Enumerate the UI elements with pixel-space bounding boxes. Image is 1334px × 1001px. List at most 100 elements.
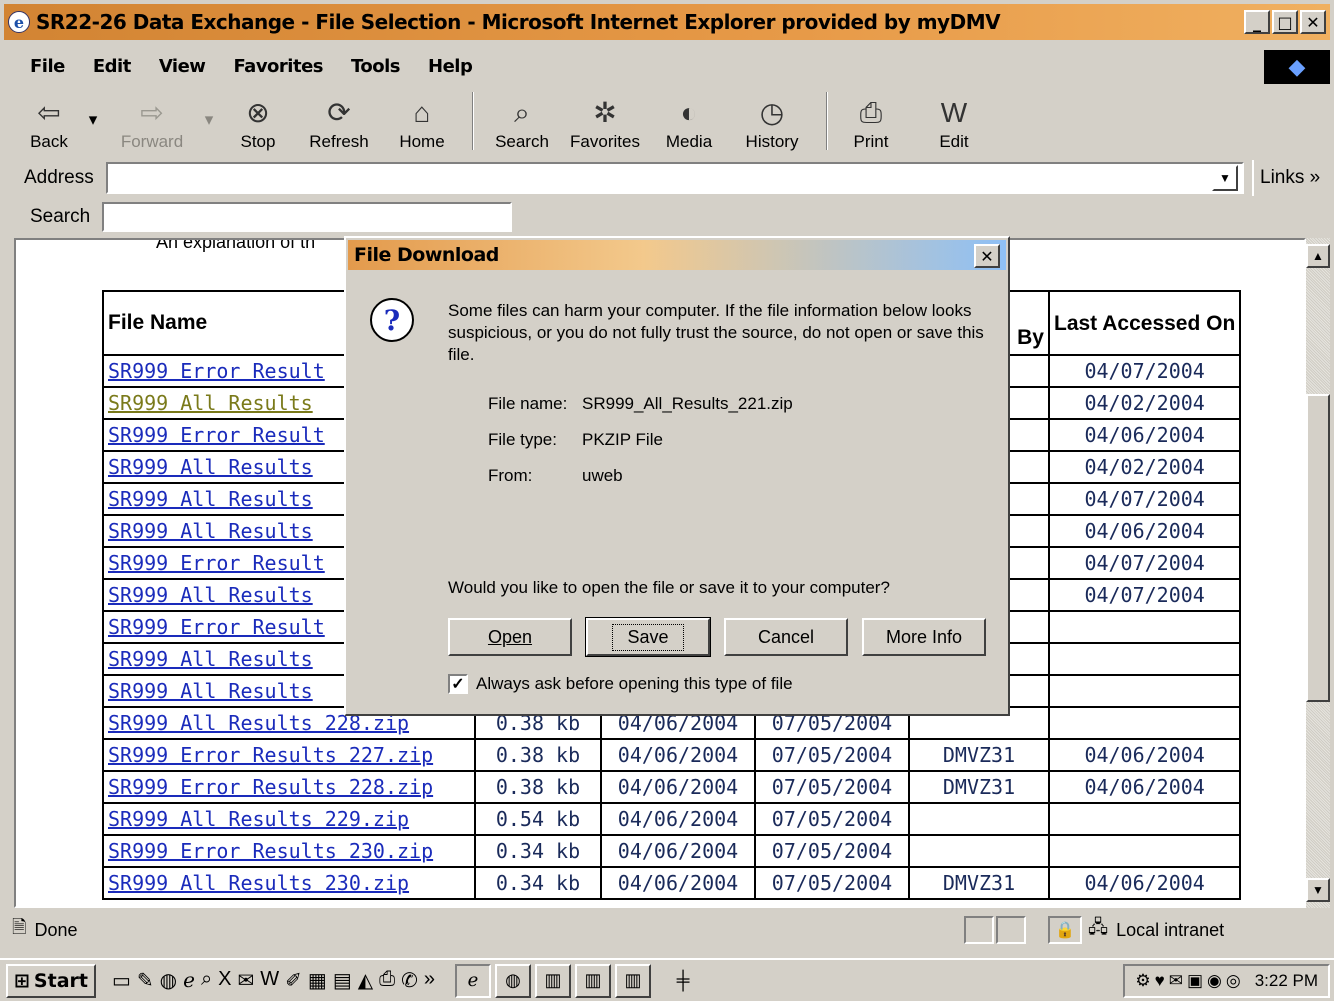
save-button[interactable]: Save [585,617,711,657]
address-input[interactable] [106,162,1244,194]
scroll-up-button[interactable]: ▲ [1306,244,1330,268]
stop-button[interactable]: ⊗ Stop [220,88,296,156]
always-ask-checkbox[interactable]: ✓ Always ask before opening this type of… [448,674,793,694]
outlook-icon[interactable]: ✉ [237,968,254,993]
file-link[interactable]: SR999 All Results [108,519,313,543]
scrollbar-thumb[interactable] [1306,394,1330,702]
dialog-title-bar[interactable]: File Download ✕ [348,240,1006,270]
task-buttons: ℯ ◍ ▥ ▥ ▥ ╪ [455,963,701,998]
search-button[interactable]: ⌕ Search [484,88,560,156]
file-link[interactable]: SR999 All Results 229.zip [108,807,409,831]
mail-icon[interactable]: ✆ [401,968,418,993]
history-button[interactable]: ◷ History [728,88,816,156]
desktop-icon[interactable]: ▭ [112,968,131,993]
vertical-scrollbar[interactable]: ▲ ▼ [1306,238,1330,908]
links-button[interactable]: Links » [1252,160,1320,196]
file-link[interactable]: SR999 All Results [108,647,313,671]
task-network-button[interactable]: ◍ [495,963,531,998]
start-button[interactable]: ⊞ Start [6,963,96,998]
forward-dropdown[interactable]: ▾ [198,88,220,156]
task-ie-button[interactable]: ℯ [455,963,491,998]
menu-favorites[interactable]: Favorites [219,56,337,77]
menu-help[interactable]: Help [414,56,486,77]
accessed-by-cell [908,834,1050,868]
size-cell: 0.38 kb [474,738,602,772]
lock-icon: 🔒 [1048,916,1082,944]
security-zone: 🖧 Local intranet [1088,916,1224,944]
last-accessed-cell: 04/02/2004 [1047,386,1242,420]
file-link[interactable]: SR999 All Results 230.zip [108,871,409,895]
task-window-button[interactable]: ▥ [575,963,611,998]
dialog-close-button[interactable]: ✕ [974,244,1000,268]
task-window-button[interactable]: ▥ [535,963,571,998]
last-accessed-cell: 04/06/2004 [1047,514,1242,548]
last-accessed-cell [1047,834,1242,868]
address-dropdown-button[interactable]: ▼ [1212,165,1238,191]
from-row: From: uweb [488,466,623,485]
file-link[interactable]: SR999 All Results [108,487,313,511]
chevron-right-icon[interactable]: » [424,968,435,993]
open-button[interactable]: Open [448,618,572,656]
task-window-button[interactable]: ▥ [615,963,651,998]
acrobat-icon[interactable]: ◭ [358,968,373,993]
more-info-button[interactable]: More Info [862,618,986,656]
task-window-button[interactable]: ╪ [665,964,701,998]
word-icon: W [940,97,968,128]
file-link[interactable]: SR999 Error Results 227.zip [108,743,433,767]
edit-button[interactable]: W Edit [904,88,1004,156]
quick-launch: ▭ ✎ ◍ ℯ ⌕ X ✉ W ✐ ▦ ▤ ◭ ⎙ ✆ » [112,968,435,993]
file-link[interactable]: SR999 Error Results 228.zip [108,775,433,799]
minimize-button[interactable]: _ [1244,10,1270,34]
printer-icon[interactable]: ⎙ [379,968,395,993]
calc-icon[interactable]: ▦ [308,968,327,993]
file-link[interactable]: SR999 Error Results 230.zip [108,839,433,863]
standard-toolbar: ⇦ Back ▾ ⇨ Forward ▾ ⊗ Stop ⟳ Refresh ⌂ Home … [4,88,1330,158]
file-link[interactable]: SR999 All Results [108,679,313,703]
menu-file[interactable]: File [4,56,79,77]
file-link[interactable]: SR999 All Results [108,583,313,607]
file-link[interactable]: SR999 Error Result [108,359,325,383]
media-button[interactable]: ◐ Media [650,88,728,156]
dialog-warning-text: Some files can harm your computer. If th… [448,301,984,364]
home-icon: ⌂ [413,97,431,128]
file-name-cell: SR999 Error Results 227.zip [102,738,476,772]
paint-icon[interactable]: ✐ [285,968,302,993]
notepad-icon[interactable]: ✎ [137,968,154,993]
excel-icon[interactable]: X [218,968,231,993]
network-icon[interactable]: ◍ [160,968,177,993]
favorites-button[interactable]: ✲ Favorites [560,88,650,156]
cancel-button[interactable]: Cancel [724,618,848,656]
forward-button[interactable]: ⇨ Forward [106,88,198,156]
search-icon[interactable]: ⌕ [201,968,212,993]
home-button[interactable]: ⌂ Home [382,88,462,156]
maximize-button[interactable]: □ [1272,10,1298,34]
file-name-value: SR999_All_Results_221.zip [582,394,793,413]
checkbox-check-icon[interactable]: ✓ [448,674,468,694]
print-button[interactable]: ⎙ Print [838,88,904,156]
always-ask-label: Always ask before opening this type of f… [476,674,793,693]
back-button[interactable]: ⇦ Back [18,88,80,156]
ie-quick-icon[interactable]: ℯ [183,968,195,993]
powerpoint-icon[interactable]: ▤ [333,968,352,993]
refresh-button[interactable]: ⟳ Refresh [296,88,382,156]
last-accessed-cell: 04/06/2004 [1047,770,1242,804]
file-link[interactable]: SR999 All Results [108,455,313,479]
close-button[interactable]: ✕ [1300,10,1326,34]
last-accessed-cell [1047,674,1242,708]
title-bar[interactable]: e SR22-26 Data Exchange - File Selection… [4,4,1330,40]
menu-view[interactable]: View [145,56,220,77]
search-bar: Search [4,198,1330,236]
search-input[interactable] [102,202,512,232]
file-link[interactable]: SR999 Error Result [108,423,325,447]
created-cell: 04/06/2004 [600,770,756,804]
file-link[interactable]: SR999 All Results [108,391,313,415]
file-link[interactable]: SR999 Error Result [108,615,325,639]
page-intro-text: An explanation of th [156,238,316,252]
menu-tools[interactable]: Tools [337,56,414,77]
file-link[interactable]: SR999 Error Result [108,551,325,575]
scroll-down-button[interactable]: ▼ [1306,878,1330,902]
question-icon: ? [370,298,414,342]
menu-edit[interactable]: Edit [79,56,145,77]
word-icon[interactable]: W [260,968,279,993]
back-dropdown[interactable]: ▾ [80,88,106,156]
